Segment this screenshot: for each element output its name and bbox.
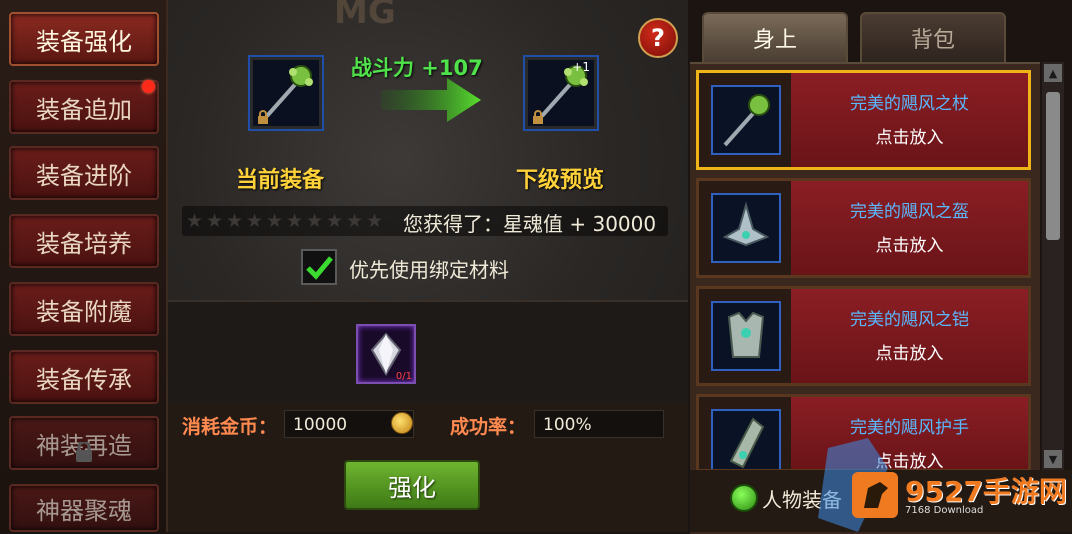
menu-item-equip-train[interactable]: 装备培养 (9, 214, 159, 268)
star-icon: ★ (206, 210, 224, 232)
scrollbar[interactable]: ▲ ▼ (1042, 62, 1064, 470)
menu-item-label: 神器聚魂 (36, 496, 132, 525)
list-item[interactable]: 完美的飓风之铠 点击放入 (696, 286, 1031, 386)
scroll-thumb[interactable] (1046, 92, 1060, 240)
gold-coin-icon (391, 412, 413, 434)
menu-item-label: 装备传承 (36, 365, 132, 394)
current-equip-slot[interactable] (248, 55, 324, 131)
menu-item-label: 装备强化 (36, 27, 132, 56)
star-icon: ★ (326, 210, 344, 232)
star-icon: ★ (186, 210, 204, 232)
lock-icon (76, 442, 92, 462)
bind-material-label: 优先使用绑定材料 (349, 258, 509, 282)
notification-dot (142, 80, 155, 93)
level-badge: +1 (572, 60, 590, 74)
list-item[interactable]: 完美的飓风之杖 点击放入 (696, 70, 1031, 170)
star-icon: ★ (366, 210, 384, 232)
enhance-panel: MG ? 当前装备 战斗力 +107 +1 下级预览 ★ ★ ★ ★ ★ ★ ★… (168, 0, 688, 532)
material-area: 0/1 (168, 300, 688, 404)
helmet-icon (711, 193, 781, 263)
star-icon: ★ (246, 210, 264, 232)
menu-item-divine-remake[interactable]: 神装再造 (9, 416, 159, 470)
item-name: 完美的飓风之盔 (850, 202, 969, 222)
cost-area: 消耗金币： 10000 成功率： 100% 强化 (168, 402, 688, 532)
lock-icon (533, 110, 543, 124)
menu-item-equip-enchant[interactable]: 装备附魔 (9, 282, 159, 336)
tab-backpack[interactable]: 背包 (860, 12, 1006, 62)
menu-item-label: 装备培养 (36, 229, 132, 258)
item-name: 完美的飓风之杖 (850, 94, 969, 114)
watermark-mg: MG (334, 0, 396, 32)
material-count: 0/1 (395, 371, 412, 382)
enhance-button[interactable]: 强化 (344, 460, 480, 510)
success-value: 100% (534, 410, 664, 438)
cost-label: 消耗金币： (182, 416, 278, 438)
menu-item-label: 装备追加 (36, 95, 132, 124)
scroll-up-button[interactable]: ▲ (1044, 64, 1062, 82)
bind-material-checkbox[interactable] (301, 249, 337, 285)
tab-on-body[interactable]: 身上 (702, 12, 848, 62)
menu-item-label: 装备进阶 (36, 161, 132, 190)
help-button[interactable]: ? (638, 18, 678, 58)
menu-item-artifact-soul[interactable]: 神器聚魂 (9, 484, 159, 532)
material-slot[interactable]: 0/1 (356, 324, 416, 384)
arrow-right-icon (381, 78, 481, 122)
menu-item-equip-append[interactable]: 装备追加 (9, 80, 159, 134)
current-equip-label: 当前装备 (236, 168, 325, 193)
left-menu: 装备强化 装备追加 装备进阶 装备培养 装备附魔 装备传承 神装再造 神器聚魂 (0, 0, 168, 532)
item-info: 完美的飓风之杖 点击放入 (791, 73, 1028, 167)
staff-icon (711, 85, 781, 155)
item-action: 点击放入 (875, 128, 944, 148)
next-preview-label: 下级预览 (516, 168, 605, 193)
site-watermark-subtext: 7168 Download (905, 505, 984, 516)
lock-icon (258, 110, 268, 124)
next-equip-slot[interactable]: +1 (523, 55, 599, 131)
star-icon: ★ (266, 210, 284, 232)
checkmark-icon (306, 256, 333, 280)
radio-button[interactable] (730, 484, 758, 512)
menu-item-equip-inherit[interactable]: 装备传承 (9, 350, 159, 404)
item-info: 完美的飓风之铠 点击放入 (791, 289, 1028, 383)
success-label: 成功率： (450, 416, 527, 438)
star-icon: ★ (226, 210, 244, 232)
armor-icon (711, 301, 781, 371)
site-watermark-text: 9527手游网 (905, 475, 1067, 508)
menu-item-label: 装备附魔 (36, 297, 132, 326)
list-item[interactable]: 完美的飓风之盔 点击放入 (696, 178, 1031, 278)
item-action: 点击放入 (875, 344, 944, 364)
gauntlet-icon (711, 409, 781, 469)
gain-text: 您获得了：星魂值 + 30000 (403, 212, 657, 236)
star-icon: ★ (286, 210, 304, 232)
menu-item-equip-enhance[interactable]: 装备强化 (9, 12, 159, 66)
item-name: 完美的飓风护手 (850, 418, 969, 438)
star-icon: ★ (346, 210, 364, 232)
menu-item-equip-advance[interactable]: 装备进阶 (9, 146, 159, 200)
star-icon: ★ (306, 210, 324, 232)
item-name: 完美的飓风之铠 (850, 310, 969, 330)
item-action: 点击放入 (875, 236, 944, 256)
item-info: 完美的飓风之盔 点击放入 (791, 181, 1028, 275)
